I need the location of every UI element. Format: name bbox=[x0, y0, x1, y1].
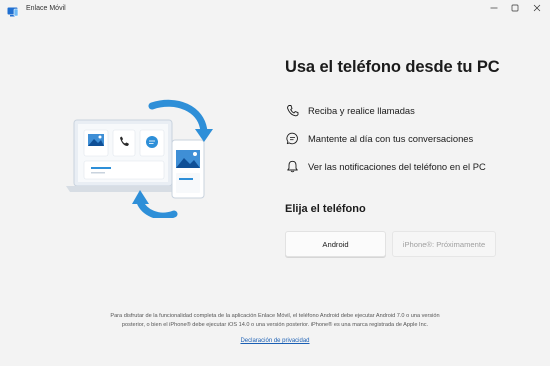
feature-messages: Mantente al día con tus conversaciones bbox=[285, 130, 473, 146]
privacy-link[interactable]: Declaración de privacidad bbox=[240, 338, 309, 344]
bell-icon bbox=[285, 159, 299, 173]
feature-notifications: Ver las notificaciones del teléfono en e… bbox=[285, 158, 486, 174]
app-window: Enlace Móvil Usa el teléfono desde tu PC… bbox=[0, 0, 550, 366]
title-bar[interactable]: Enlace Móvil bbox=[0, 0, 550, 18]
feature-calls: Reciba y realice llamadas bbox=[285, 102, 415, 118]
disclaimer-line: posterior, o bien el iPhone® debe ejecut… bbox=[121, 322, 429, 328]
chat-bubble-icon bbox=[285, 131, 299, 145]
phone-pc-illustration bbox=[64, 98, 224, 220]
phone-call-icon bbox=[285, 103, 299, 117]
disclaimer-line: Para disfrutar de la funcionalidad compl… bbox=[110, 313, 440, 319]
minimize-icon[interactable] bbox=[483, 0, 505, 16]
feature-label: Mantente al día con tus conversaciones bbox=[308, 132, 474, 144]
phone-link-app-icon bbox=[7, 4, 19, 17]
close-icon[interactable] bbox=[526, 0, 548, 16]
feature-label: Ver las notificaciones del teléfono en e… bbox=[308, 160, 486, 172]
window-title: Enlace Móvil bbox=[26, 5, 66, 12]
requirements-disclaimer: Para disfrutar de la funcionalidad compl… bbox=[40, 312, 510, 330]
android-button[interactable]: Android bbox=[285, 231, 386, 257]
privacy-link-container: Declaración de privacidad bbox=[0, 338, 550, 344]
page-title: Usa el teléfono desde tu PC bbox=[285, 58, 500, 76]
choose-phone-heading: Elija el teléfono bbox=[285, 203, 366, 215]
feature-label: Reciba y realice llamadas bbox=[308, 104, 415, 116]
iphone-button[interactable]: iPhone®: Próximamente bbox=[392, 231, 496, 257]
maximize-icon[interactable] bbox=[504, 0, 526, 16]
